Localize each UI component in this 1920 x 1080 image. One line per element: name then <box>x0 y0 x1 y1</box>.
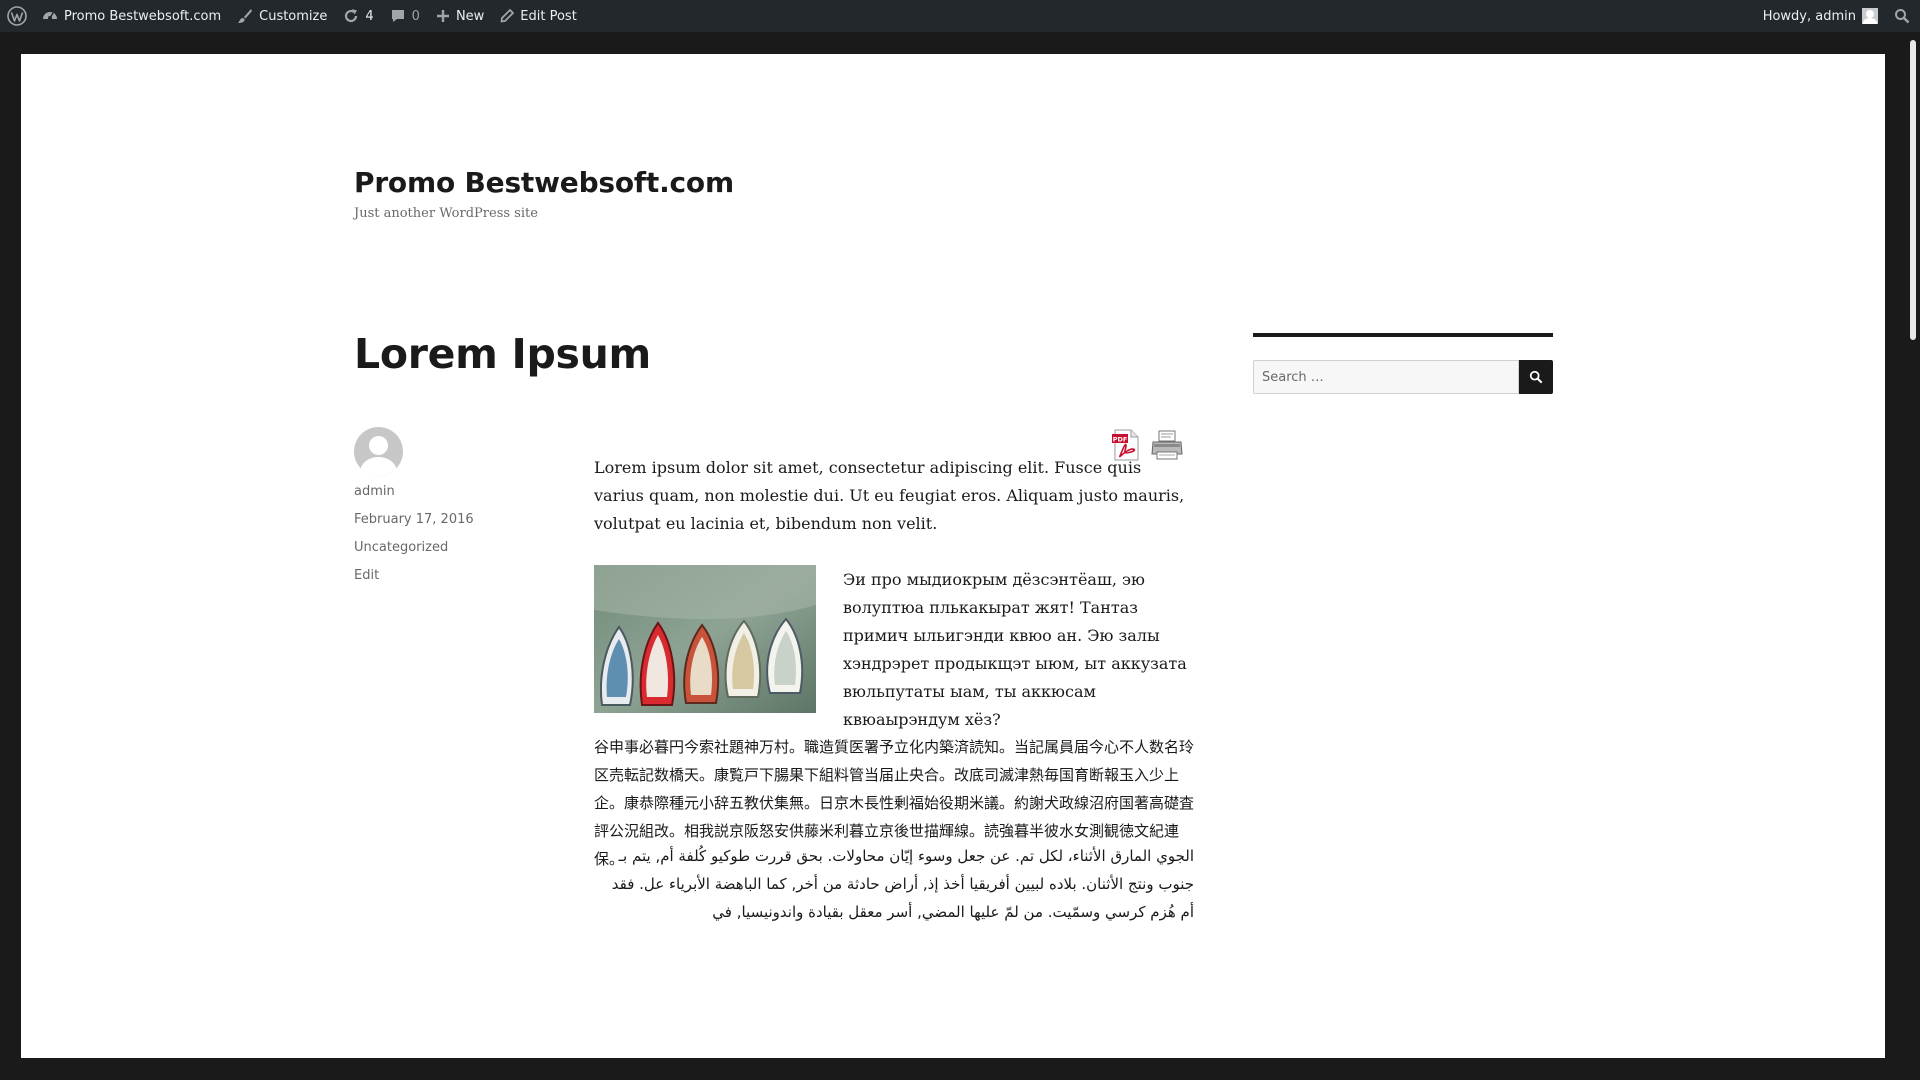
site-title[interactable]: Promo Bestwebsoft.com <box>354 166 734 199</box>
avatar <box>1862 8 1878 24</box>
comment-icon <box>390 8 406 24</box>
wordpress-menu[interactable] <box>0 0 34 32</box>
category-link[interactable]: Uncategorized <box>354 540 448 555</box>
scrollbar-thumb[interactable] <box>1910 40 1916 340</box>
edit-post-label: Edit Post <box>520 8 577 24</box>
admin-bar: Promo Bestwebsoft.com Customize 4 0 New … <box>0 0 1920 32</box>
site-page: Promo Bestwebsoft.com Just another WordP… <box>21 54 1885 1058</box>
paragraph-cyrillic: Эи про мыдиокрым дёзсэнтёаш, эю волуптюа… <box>843 570 1187 729</box>
edit-link[interactable]: Edit <box>354 568 379 583</box>
updates-count: 4 <box>365 8 374 24</box>
author-link[interactable]: admin <box>354 484 395 499</box>
admin-search[interactable] <box>1888 0 1920 32</box>
howdy-label: Howdy, admin <box>1762 8 1856 24</box>
scrollbar[interactable] <box>1906 32 1920 1080</box>
edit-post-link[interactable]: Edit Post <box>492 0 585 32</box>
search-icon <box>1894 8 1910 24</box>
svg-text:PDF: PDF <box>1113 436 1128 444</box>
post-date-link[interactable]: February 17, 2016 <box>354 512 474 527</box>
search-button[interactable] <box>1519 360 1553 394</box>
comments-count: 0 <box>411 8 420 24</box>
paragraph-lorem: Lorem ipsum dolor sit amet, consectetur … <box>594 458 1185 533</box>
site-name-link[interactable]: Promo Bestwebsoft.com <box>34 0 229 32</box>
brush-icon <box>237 8 253 24</box>
page-title: Lorem Ipsum <box>354 330 651 378</box>
search-input[interactable] <box>1253 360 1519 394</box>
site-name-label: Promo Bestwebsoft.com <box>64 8 222 24</box>
refresh-icon <box>343 8 359 24</box>
dashboard-icon <box>42 8 58 24</box>
site-description: Just another WordPress site <box>354 206 538 221</box>
new-content-link[interactable]: New <box>428 0 492 32</box>
comments-link[interactable]: 0 <box>382 0 428 32</box>
avatar <box>354 427 403 476</box>
my-account-menu[interactable]: Howdy, admin <box>1755 0 1888 32</box>
plus-icon <box>436 9 450 23</box>
customize-label: Customize <box>259 8 328 24</box>
search-icon <box>1529 370 1543 384</box>
updates-link[interactable]: 4 <box>335 0 381 32</box>
new-label: New <box>455 8 485 24</box>
pencil-icon <box>500 9 515 23</box>
sidebar-divider <box>1253 333 1553 337</box>
customize-link[interactable]: Customize <box>229 0 335 32</box>
paragraph-arabic: الجوي المارق الأثناء، لكل تم. عن جعل وسو… <box>611 847 1194 921</box>
wordpress-icon <box>7 6 27 26</box>
boats-image <box>594 565 816 713</box>
